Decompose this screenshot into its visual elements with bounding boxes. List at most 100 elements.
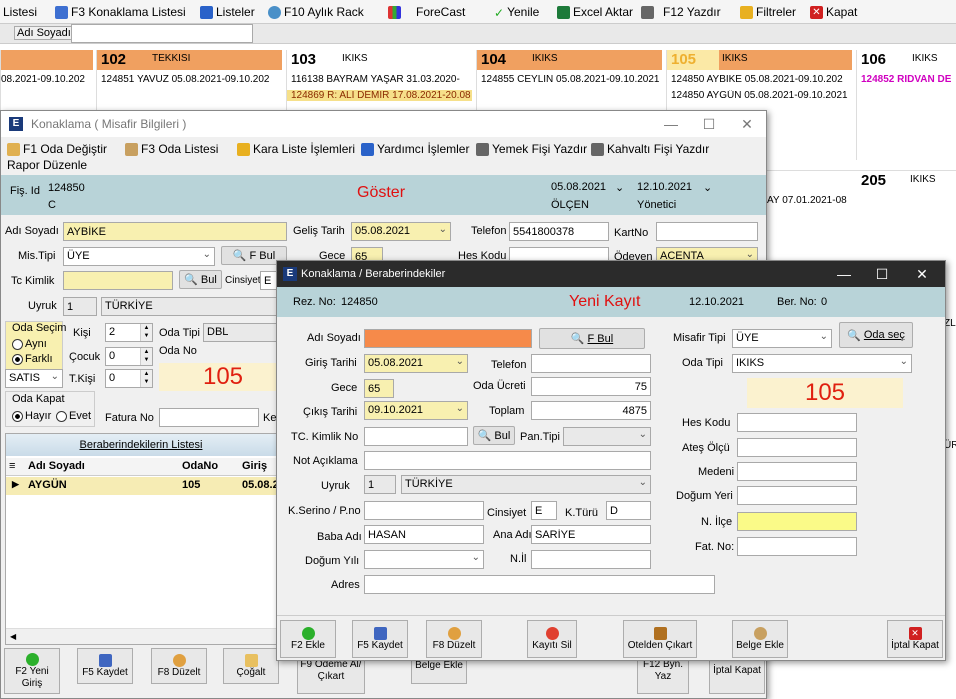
radio-hayir[interactable]: Hayır — [12, 410, 51, 422]
table-row[interactable]: ▶ AYGÜN 105 05.08.2 — [6, 477, 279, 495]
guest-type-select[interactable]: ÜYE ⌄ — [63, 247, 215, 266]
sales-type-select[interactable]: SATIS ⌄ — [5, 369, 63, 388]
room-type-select[interactable]: IKIKS ⌄ — [732, 354, 912, 373]
toolbar-kapat[interactable]: ✕ Kapat — [810, 2, 857, 22]
room-card-106[interactable]: 106 IKIKS 124852 RIDVAN DE — [856, 50, 956, 160]
birthplace-field[interactable] — [737, 486, 857, 505]
invoice-no-field[interactable] — [737, 537, 857, 556]
date-end[interactable]: 12.10.2021 — [637, 181, 692, 193]
id-type-field[interactable] — [606, 501, 651, 520]
edit-button[interactable]: F8 Düzelt — [426, 620, 482, 658]
province-field[interactable] — [531, 550, 651, 569]
toolbar-yazdir[interactable]: F12 Yazdır — [641, 2, 721, 22]
toolbar-filtreler[interactable]: Filtreler — [740, 2, 796, 22]
nationality-select[interactable]: TÜRKİYE — [101, 297, 287, 316]
minimize-button[interactable]: — — [825, 261, 863, 287]
save-button[interactable]: F5 Kaydet — [352, 620, 408, 658]
menu-yardimci[interactable]: Yardımcı İşlemler — [361, 139, 469, 159]
menu-yemek-fisi[interactable]: Yemek Fişi Yazdır — [476, 139, 587, 159]
close-button[interactable]: ✕ — [903, 261, 941, 287]
radio-farkli[interactable]: Farklı — [12, 353, 53, 365]
tc-find-button[interactable]: 🔍 Bul — [179, 270, 222, 289]
menu-rapor-duzenle[interactable]: Rapor Düzenle — [7, 155, 87, 175]
delete-record-button[interactable]: Kayıtı Sil — [527, 620, 577, 658]
nationality-code[interactable] — [63, 297, 97, 316]
radio-evet[interactable]: Evet — [56, 410, 91, 422]
note-field[interactable] — [364, 451, 651, 470]
total-field[interactable] — [531, 401, 651, 420]
person-count-stepper[interactable]: 2 ▲ ▼ — [105, 323, 153, 342]
birth-year-select[interactable]: ⌄ — [364, 550, 484, 569]
tc-id-field[interactable] — [63, 271, 173, 290]
district-field[interactable] — [737, 512, 857, 531]
chevron-down-icon[interactable]: ⌄ — [703, 181, 712, 194]
find-guest-button[interactable]: 🔍 F Bul — [539, 328, 645, 349]
id-serial-field[interactable] — [364, 501, 484, 520]
guest-menu: F1 Oda Değiştir F3 Oda Listesi Kara List… — [1, 137, 766, 175]
maximize-button[interactable]: ☐ — [863, 261, 901, 287]
checkout-button[interactable]: Otelden Çıkart — [623, 620, 697, 658]
arrival-date-picker[interactable]: 05.08.2021 ⌄ — [351, 222, 451, 241]
chevron-down-icon[interactable]: ⌄ — [615, 181, 624, 194]
departure-date-picker[interactable]: 09.10.2021 ⌄ — [364, 401, 468, 420]
room-card-205[interactable]: 205 IKIKS AY 07.01.2021-08 — [766, 170, 956, 250]
gender-field[interactable] — [531, 501, 557, 520]
menu-kahvalti-fisi[interactable]: Kahvaltı Fişi Yazdır — [591, 139, 709, 159]
guest-name-field[interactable] — [63, 222, 287, 241]
maximize-button[interactable]: ☐ — [690, 111, 728, 137]
nationality-code[interactable] — [364, 475, 396, 494]
add-icon — [301, 626, 315, 640]
arrival-date-picker[interactable]: 05.08.2021 ⌄ — [364, 354, 468, 373]
new-entry-button[interactable]: F2 Yeni Giriş — [4, 648, 60, 694]
horizontal-scrollbar[interactable]: ◀ — [6, 628, 276, 644]
hand-icon — [125, 142, 138, 156]
select-room-button[interactable]: 🔍 Oda seç — [839, 322, 913, 348]
toolbar-aylik-rack[interactable]: F10 Aylık Rack — [268, 2, 364, 22]
menu-oda-listesi[interactable]: F3 Oda Listesi — [125, 139, 218, 159]
toolbar-listeler[interactable]: Listeler — [200, 2, 255, 22]
hes-code-field[interactable] — [737, 413, 857, 432]
duplicate-button[interactable]: Çoğalt — [223, 648, 279, 684]
cancel-close-button[interactable]: ✕ İptal Kapat — [887, 620, 943, 658]
guest-phone-field[interactable] — [509, 222, 609, 241]
nationality-select[interactable]: TÜRKİYE ⌄ — [401, 475, 651, 494]
edit-button[interactable]: F8 Düzelt — [151, 648, 207, 684]
invoice-no-field[interactable] — [159, 408, 259, 427]
search-bar: Adı Soyadı — [0, 24, 956, 44]
card-no-field[interactable] — [656, 222, 758, 241]
phone-field[interactable] — [531, 354, 651, 373]
toolbar-yenile[interactable]: ✓ Yenile — [494, 2, 539, 22]
save-button[interactable]: F5 Kaydet — [77, 648, 133, 684]
arrow-down-icon — [200, 5, 213, 19]
marital-status-field[interactable] — [737, 462, 857, 481]
nights-field[interactable] — [364, 379, 394, 398]
pension-type-select[interactable]: ⌄ — [563, 427, 651, 446]
tc-find-button[interactable]: 🔍 Bul — [473, 426, 515, 445]
date-start[interactable]: 05.08.2021 — [551, 181, 606, 193]
child-count-stepper[interactable]: 0 ▲ ▼ — [105, 347, 153, 366]
goster-label[interactable]: Göster — [357, 184, 405, 202]
room-type-display: DBL — [203, 323, 287, 342]
toolbar-konaklama-listesi[interactable]: F3 Konaklama Listesi — [55, 2, 186, 22]
mother-name-field[interactable] — [531, 525, 651, 544]
toolbar-listesi[interactable]: Listesi — [3, 2, 37, 22]
companion-name-field[interactable] — [364, 329, 532, 348]
tkisi-stepper[interactable]: 0 ▲ ▼ — [105, 369, 153, 388]
address-field[interactable] — [364, 575, 715, 594]
room-rate-field[interactable] — [531, 377, 651, 396]
guest-type-select[interactable]: ÜYE ⌄ — [732, 329, 832, 348]
chevron-down-icon: ⌄ — [638, 477, 647, 488]
toolbar-excel-aktar[interactable]: Excel Aktar — [557, 2, 633, 22]
attach-document-button[interactable]: Belge Ekle — [732, 620, 788, 658]
search-input[interactable] — [71, 24, 253, 43]
tab-companions[interactable]: Beraberindekilerin Listesi — [6, 434, 276, 456]
minimize-button[interactable]: — — [652, 111, 690, 137]
father-name-field[interactable] — [364, 525, 484, 544]
add-button[interactable]: F2 Ekle — [280, 620, 336, 658]
radio-ayni[interactable]: Aynı — [12, 338, 47, 350]
tc-id-field[interactable] — [364, 427, 468, 446]
menu-kara-liste[interactable]: Kara Liste İşlemleri — [237, 139, 355, 159]
close-button[interactable]: ✕ — [728, 111, 766, 137]
toolbar-forecast[interactable]: ForeCast — [388, 2, 465, 22]
temperature-field[interactable] — [737, 438, 857, 457]
